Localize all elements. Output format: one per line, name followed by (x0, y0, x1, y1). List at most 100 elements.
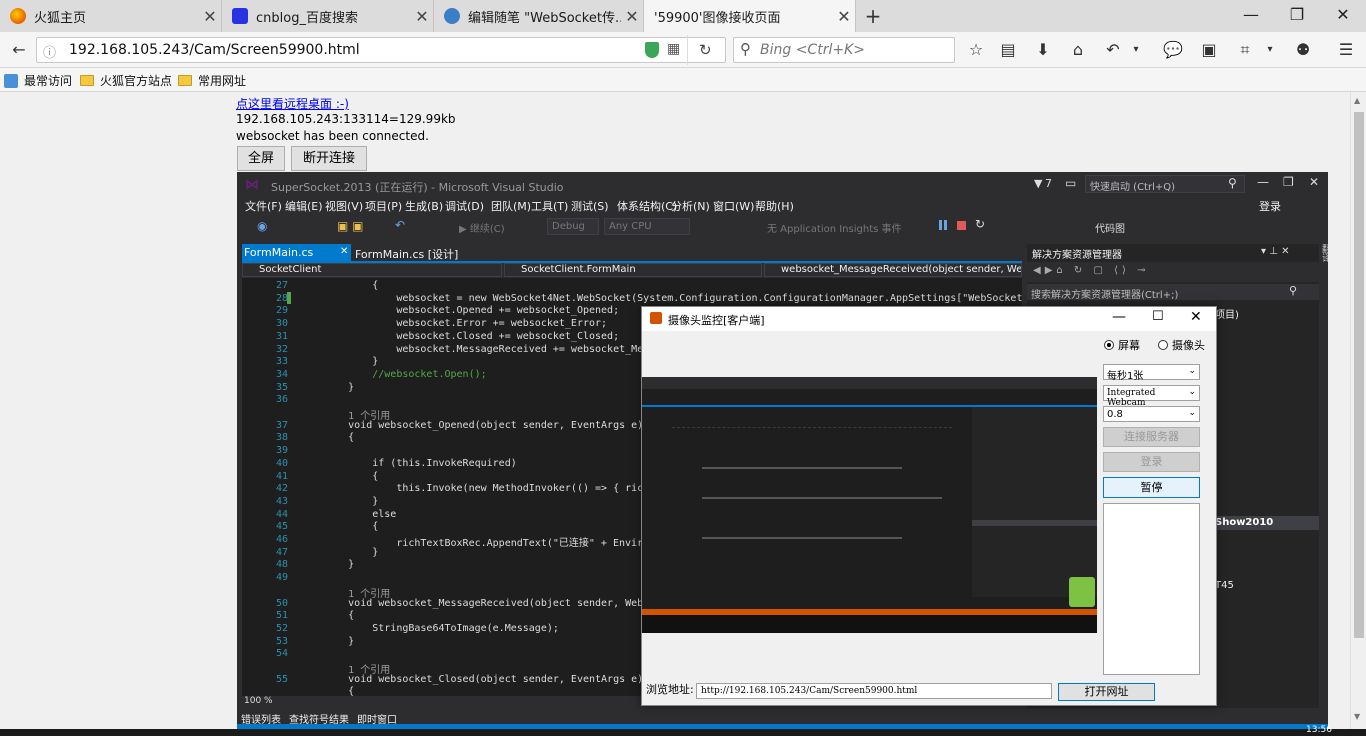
code-line: this.Invoke(new MethodInvoker(() => { ri… (300, 483, 668, 495)
back-icon[interactable]: ← (6, 38, 32, 62)
code-line: websocket.Error += websocket_Error; (300, 318, 608, 330)
close-icon[interactable]: ✕ (199, 7, 221, 26)
member-dropdown: websocket_MessageReceived(object sender,… (764, 263, 1022, 277)
chevron-down-icon[interactable]: ▾ (1128, 38, 1144, 62)
scroll-up-icon[interactable]: ▲ (1354, 96, 1360, 105)
restore-icon[interactable]: ❐ (1274, 0, 1320, 32)
code-line: { (300, 686, 355, 696)
chevron-down-icon[interactable]: ▾ (1262, 38, 1278, 62)
vs-menu-item: 视图(V) (325, 200, 364, 213)
tab-baidu[interactable]: cnblog_百度搜索 ✕ (222, 0, 434, 32)
preview-taskbar (642, 615, 1097, 633)
chat-icon[interactable]: 💬 (1160, 38, 1186, 62)
new-tab-icon[interactable]: + (862, 4, 884, 28)
page-scrollbar[interactable]: ▲ ▼ (1350, 92, 1366, 736)
chevron-down-icon: ⌄ (1188, 366, 1196, 376)
green-app-icon (1069, 577, 1095, 607)
bookmark-common-sites[interactable]: 常用网址 (178, 72, 246, 89)
addon-icon[interactable]: ⚉ (1290, 38, 1316, 62)
tab-cnblog-edit[interactable]: 编辑随笔 "WebSocket传... ✕ (434, 0, 644, 32)
open-url-button[interactable]: 打开网址 (1058, 683, 1155, 701)
code-line: websocket = new WebSocket4Net.WebSocket(… (300, 292, 1022, 304)
bookmark-label: 火狐官方站点 (100, 74, 173, 88)
qr-code-icon[interactable]: ▦ (667, 41, 680, 57)
download-icon[interactable]: ⬇ (1030, 38, 1056, 62)
login-button[interactable]: 登录 (1103, 452, 1200, 472)
close-icon[interactable]: ✕ (411, 7, 433, 26)
line-number: 45 (275, 521, 288, 533)
chevron-down-icon: ⌄ (1188, 408, 1196, 418)
solution-item-fragment: Show2010 (1215, 517, 1274, 528)
minimize-icon[interactable]: — (1112, 309, 1126, 325)
connect-server-button[interactable]: 连接服务器 (1103, 427, 1200, 447)
disconnect-button[interactable]: 断开连接 (291, 146, 367, 171)
minimize-icon[interactable]: — (1228, 0, 1274, 32)
scrollbar-thumb[interactable] (1354, 112, 1364, 638)
solution-explorer-title: 解决方案资源管理器 (1032, 250, 1122, 261)
tab-title: '59900'图像接收页面 (654, 10, 781, 26)
log-textbox[interactable] (1103, 503, 1200, 675)
line-number: 37 (275, 419, 288, 431)
reader-icon[interactable]: ▣ (1196, 38, 1222, 62)
close-icon[interactable]: ✕ (1190, 309, 1202, 325)
device-select[interactable]: Integrated Webcam ⌄ (1103, 385, 1200, 408)
url-text: 192.168.105.243/Cam/Screen59900.html (69, 42, 360, 58)
radio-selected-icon (1104, 340, 1114, 350)
solution-search-text: 搜索解决方案资源管理器(Ctrl+;) (1031, 290, 1179, 301)
radio-camera[interactable]: 摄像头 (1158, 337, 1205, 353)
bookmark-star-icon[interactable]: ☆ (963, 38, 989, 62)
line-number: 31 (275, 330, 288, 342)
quality-select[interactable]: 0.8 ⌄ (1103, 406, 1200, 422)
search-icon: ⚲ (740, 40, 751, 58)
vs-close-icon: ✕ (1309, 175, 1320, 189)
reading-list-icon[interactable]: ▤ (995, 38, 1021, 62)
close-icon[interactable]: ✕ (621, 7, 643, 26)
info-icon[interactable]: ⓘ (43, 42, 56, 61)
vs-title: SuperSocket.2013 (正在运行) - Microsoft Visu… (271, 181, 564, 194)
shield-icon[interactable] (645, 42, 659, 58)
remote-desktop-link[interactable]: 点这里看远程桌面 :-) (236, 95, 349, 112)
status-text: websocket has been connected. (236, 129, 429, 143)
search-input[interactable]: Bing <Ctrl+K> (760, 42, 865, 58)
crop-icon[interactable]: ⌗ (1232, 38, 1258, 62)
url-input[interactable]: http://192.168.105.243/Cam/Screen59900.h… (696, 683, 1052, 699)
code-line: { (300, 280, 379, 291)
fullscreen-button[interactable]: 全屏 (237, 146, 285, 171)
reload-icon[interactable]: ↻ (699, 41, 712, 59)
doc-tab-designer: FormMain.cs [设计] (355, 248, 459, 261)
maximize-icon[interactable]: ☐ (1152, 309, 1164, 324)
vs-bottom-tabs: 错误列表 查找符号结果 即时窗口 (237, 710, 1328, 726)
tab-firefox-home[interactable]: 火狐主页 ✕ (0, 0, 222, 32)
tab-image-receive[interactable]: '59900'图像接收页面 ✕ (644, 0, 856, 32)
close-icon[interactable]: ✕ (833, 7, 855, 26)
screen-preview (642, 377, 1097, 633)
solution-search: 搜索解决方案资源管理器(Ctrl+;) ⚲ (1027, 284, 1319, 301)
stop-icon (957, 221, 966, 230)
search-bar[interactable]: ⚲ Bing <Ctrl+K> (733, 37, 955, 63)
search-icon: ⚲ (1228, 176, 1237, 190)
code-line: { (300, 610, 355, 622)
line-number: 32 (275, 343, 288, 355)
bookmark-firefox-official[interactable]: 火狐官方站点 (80, 72, 172, 89)
fps-select[interactable]: 每秒1张 ⌄ (1103, 364, 1200, 382)
restart-icon: ↻ (975, 217, 986, 231)
quick-launch-text: 快速启动 (Ctrl+Q) (1090, 182, 1176, 193)
vs-menu-item: 分析(N) (671, 200, 710, 213)
bookmark-most-visited[interactable]: 最常访问 (4, 72, 72, 89)
code-line: { (300, 432, 355, 444)
undo-icon[interactable]: ↶ (1100, 38, 1126, 62)
line-number: 44 (275, 508, 288, 520)
line-number: 42 (275, 483, 288, 495)
line-number: 33 (275, 356, 288, 368)
radio-screen[interactable]: 屏幕 (1104, 337, 1140, 353)
back-icon: ◉ (257, 219, 268, 233)
radio-unselected-icon (1158, 340, 1168, 350)
pause-button[interactable]: 暂停 (1103, 477, 1200, 498)
scroll-down-icon[interactable]: ▼ (1354, 712, 1360, 721)
side-tab: 翻译 (1320, 244, 1328, 262)
close-window-icon[interactable]: ✕ (1320, 0, 1366, 32)
menu-icon[interactable]: ☰ (1333, 38, 1359, 62)
url-bar[interactable]: ⓘ 192.168.105.243/Cam/Screen59900.html ▦… (36, 35, 726, 65)
baidu-paw-icon (232, 8, 248, 24)
home-icon[interactable]: ⌂ (1065, 38, 1091, 62)
